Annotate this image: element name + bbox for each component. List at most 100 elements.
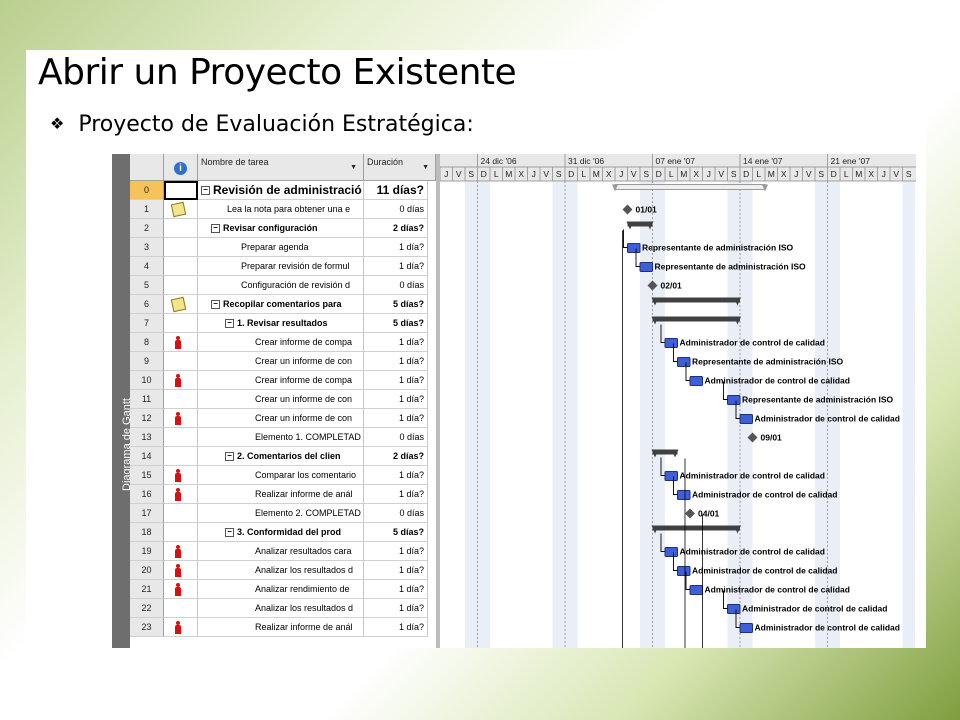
- task-name-cell[interactable]: − Recopilar comentarios para: [198, 295, 364, 314]
- table-row[interactable]: 13 Elemento 1. COMPLETAD 0 días: [130, 428, 436, 447]
- row-id[interactable]: 20: [130, 561, 164, 580]
- task-name-column-header[interactable]: Nombre de tarea ▼: [198, 154, 364, 181]
- duration-cell[interactable]: 1 día?: [364, 238, 428, 257]
- duration-cell[interactable]: 2 días?: [364, 219, 428, 238]
- task-name-cell[interactable]: Analizar los resultados d: [198, 561, 364, 580]
- resource-person-icon[interactable]: [175, 545, 181, 558]
- task-name-cell[interactable]: Comparar los comentario: [198, 466, 364, 485]
- duration-cell[interactable]: 1 día?: [364, 257, 428, 276]
- task-name-cell[interactable]: −1. Revisar resultados: [198, 314, 364, 333]
- row-id[interactable]: 18: [130, 523, 164, 542]
- table-row[interactable]: 6 − Recopilar comentarios para 5 días?: [130, 295, 436, 314]
- row-id[interactable]: 4: [130, 257, 164, 276]
- row-id[interactable]: 11: [130, 390, 164, 409]
- table-row[interactable]: 20 Analizar los resultados d 1 día?: [130, 561, 436, 580]
- row-id[interactable]: 5: [130, 276, 164, 295]
- task-name-cell[interactable]: Elemento 1. COMPLETAD: [198, 428, 364, 447]
- table-row[interactable]: 9 Crear un informe de con 1 día?: [130, 352, 436, 371]
- table-row[interactable]: 16 Realizar informe de anál 1 día?: [130, 485, 436, 504]
- row-id[interactable]: 21: [130, 580, 164, 599]
- task-name-cell[interactable]: Realizar informe de anál: [198, 485, 364, 504]
- task-name-cell[interactable]: Analizar resultados cara: [198, 542, 364, 561]
- task-name-cell[interactable]: − Revisar configuración: [198, 219, 364, 238]
- resource-person-icon[interactable]: [175, 488, 181, 501]
- dropdown-arrow-icon[interactable]: ▼: [422, 164, 429, 171]
- duration-cell[interactable]: 11 días?: [364, 181, 428, 200]
- duration-cell[interactable]: 0 días: [364, 276, 428, 295]
- row-id[interactable]: 17: [130, 504, 164, 523]
- row-id[interactable]: 3: [130, 238, 164, 257]
- table-row[interactable]: 3 Preparar agenda 1 día?: [130, 238, 436, 257]
- table-row[interactable]: 17 Elemento 2. COMPLETAD 0 días: [130, 504, 436, 523]
- select-all-corner[interactable]: [130, 154, 164, 181]
- gantt-canvas[interactable]: 24 dic '06 31 dic '06 07 ene '07 14 ene '07…: [439, 154, 916, 648]
- duration-cell[interactable]: 1 día?: [364, 352, 428, 371]
- row-id[interactable]: 19: [130, 542, 164, 561]
- task-name-cell[interactable]: Analizar los resultados d: [198, 599, 364, 618]
- gantt-chart[interactable]: 24 dic '06 31 dic '06 07 ene '07 14 ene '07…: [439, 154, 916, 648]
- table-row[interactable]: 22 Analizar los resultados d 1 día?: [130, 599, 436, 618]
- table-row[interactable]: 18−3. Conformidad del prod 5 días?: [130, 523, 436, 542]
- task-name-cell[interactable]: − Revisión de administració: [198, 181, 364, 200]
- table-row[interactable]: 15 Comparar los comentario 1 día?: [130, 466, 436, 485]
- duration-cell[interactable]: 1 día?: [364, 599, 428, 618]
- duration-cell[interactable]: 1 día?: [364, 580, 428, 599]
- duration-cell[interactable]: 5 días?: [364, 314, 428, 333]
- table-row[interactable]: 19 Analizar resultados cara 1 día?: [130, 542, 436, 561]
- note-icon[interactable]: [170, 201, 187, 218]
- indicators-column-header[interactable]: i: [164, 154, 198, 181]
- table-row[interactable]: 10 Crear informe de compa 1 día?: [130, 371, 436, 390]
- task-name-cell[interactable]: Lea la nota para obtener una e: [198, 200, 364, 219]
- task-name-cell[interactable]: Crear un informe de con: [198, 352, 364, 371]
- duration-cell[interactable]: 2 días?: [364, 447, 428, 466]
- resource-person-icon[interactable]: [175, 469, 181, 482]
- duration-cell[interactable]: 0 días: [364, 428, 428, 447]
- duration-cell[interactable]: 0 días: [364, 200, 428, 219]
- dropdown-arrow-icon[interactable]: ▼: [350, 164, 357, 171]
- row-id[interactable]: 15: [130, 466, 164, 485]
- resource-person-icon[interactable]: [175, 621, 181, 634]
- task-name-cell[interactable]: −3. Conformidad del prod: [198, 523, 364, 542]
- duration-cell[interactable]: 1 día?: [364, 409, 428, 428]
- task-name-cell[interactable]: −2. Comentarios del clien: [198, 447, 364, 466]
- row-id[interactable]: 6: [130, 295, 164, 314]
- collapse-toggle-icon[interactable]: −: [225, 528, 234, 538]
- row-id[interactable]: 9: [130, 352, 164, 371]
- task-name-cell[interactable]: Crear informe de compa: [198, 371, 364, 390]
- task-name-cell[interactable]: Analizar rendimiento de: [198, 580, 364, 599]
- row-id[interactable]: 7: [130, 314, 164, 333]
- table-row[interactable]: 14 −2. Comentarios del clien 2 días?: [130, 447, 436, 466]
- table-row[interactable]: 21 Analizar rendimiento de 1 día?: [130, 580, 436, 599]
- duration-cell[interactable]: 1 día?: [364, 618, 428, 637]
- task-name-cell[interactable]: Elemento 2. COMPLETAD: [198, 504, 364, 523]
- duration-cell[interactable]: 0 días: [364, 504, 428, 523]
- duration-cell[interactable]: 1 día?: [364, 333, 428, 352]
- table-row[interactable]: 12 Crear un informe de con 1 día?: [130, 409, 436, 428]
- duration-cell[interactable]: 5 días?: [364, 295, 428, 314]
- row-id[interactable]: 22: [130, 599, 164, 618]
- row-id[interactable]: 1: [130, 200, 164, 219]
- resource-person-icon[interactable]: [175, 374, 181, 387]
- row-id[interactable]: 14: [130, 447, 164, 466]
- table-row[interactable]: 11 Crear un informe de con 1 día?: [130, 390, 436, 409]
- resource-person-icon[interactable]: [175, 336, 181, 349]
- table-row[interactable]: 2 − Revisar configuración 2 días?: [130, 219, 436, 238]
- row-id[interactable]: 23: [130, 618, 164, 637]
- collapse-toggle-icon[interactable]: −: [225, 319, 234, 329]
- row-id[interactable]: 0: [130, 181, 164, 200]
- table-row[interactable]: 23 Realizar informe de anál 1 día?: [130, 618, 436, 637]
- task-name-cell[interactable]: Crear un informe de con: [198, 390, 364, 409]
- collapse-toggle-icon[interactable]: −: [211, 224, 220, 234]
- table-row[interactable]: 8 Crear informe de compa 1 día?: [130, 333, 436, 352]
- row-id[interactable]: 16: [130, 485, 164, 504]
- task-name-cell[interactable]: Configuración de revisión d: [198, 276, 364, 295]
- row-id[interactable]: 10: [130, 371, 164, 390]
- table-row[interactable]: 4 Preparar revisión de formul 1 día?: [130, 257, 436, 276]
- collapse-toggle-icon[interactable]: −: [211, 300, 220, 310]
- table-row[interactable]: 0 − Revisión de administració 11 días?: [130, 181, 436, 200]
- duration-cell[interactable]: 1 día?: [364, 561, 428, 580]
- resource-person-icon[interactable]: [175, 564, 181, 577]
- note-icon[interactable]: [170, 296, 187, 313]
- row-id[interactable]: 2: [130, 219, 164, 238]
- task-name-cell[interactable]: Preparar agenda: [198, 238, 364, 257]
